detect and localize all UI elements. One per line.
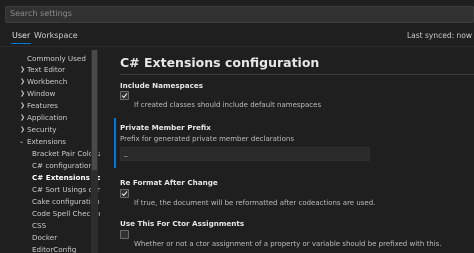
chevron-right-icon[interactable]: ❯ <box>20 78 25 85</box>
toc-item-features[interactable]: Features <box>27 101 58 110</box>
setting-description: Whether or not a ctor assignment of a pr… <box>134 240 442 248</box>
chevron-right-icon[interactable]: ❯ <box>20 90 25 97</box>
chevron-right-icon[interactable]: ❯ <box>20 114 25 121</box>
toc-item-docker[interactable]: Docker <box>32 233 57 242</box>
setting-name: Include Namespaces <box>120 81 204 90</box>
settings-toc: Commonly Used ❯ Text Editor ❯ Workbench … <box>0 50 100 253</box>
private-member-prefix-input[interactable]: _ <box>120 147 370 161</box>
chevron-down-icon[interactable]: ⌄ <box>19 138 24 145</box>
sync-status: Last synced: now <box>407 31 472 40</box>
toc-scrollbar-thumb[interactable] <box>92 50 97 170</box>
toc-item-bracket-pair[interactable]: Bracket Pair Coloriz... <box>32 149 100 158</box>
setting-description: Prefix for generated private member decl… <box>120 135 294 143</box>
search-input[interactable]: Search settings <box>5 6 474 23</box>
setting-description: If created classes should include defaul… <box>134 101 322 109</box>
setting-desc-wrap: Whether or not a ctor assignment of a pr… <box>134 231 464 250</box>
use-this-ctor-checkbox[interactable] <box>120 230 129 239</box>
setting-name: Re Format After Change <box>120 178 218 187</box>
reformat-after-change-checkbox[interactable] <box>120 189 129 198</box>
setting-desc-wrap: If created classes should include defaul… <box>134 92 464 111</box>
setting-description: If true, the document will be reformatte… <box>134 199 376 207</box>
toc-item-security[interactable]: Security <box>27 125 57 134</box>
check-icon <box>121 93 128 99</box>
setting-include-namespaces: Include Namespaces <box>120 81 474 90</box>
settings-tabs: User Workspace Last synced: now <box>0 26 474 46</box>
setting-desc-wrap: If true, the document will be reformatte… <box>134 190 464 209</box>
toc-item-workbench[interactable]: Workbench <box>27 77 67 86</box>
setting-private-member-prefix: Private Member Prefix Prefix for generat… <box>120 123 474 143</box>
toc-scrollbar[interactable] <box>91 50 98 253</box>
title-divider <box>120 74 474 75</box>
include-namespaces-checkbox[interactable] <box>120 91 129 100</box>
page-title: C# Extensions configuration <box>120 55 320 70</box>
setting-reformat-after-change: Re Format After Change <box>120 178 474 187</box>
search-placeholder: Search settings <box>10 9 72 18</box>
tab-divider <box>0 46 474 47</box>
input-value: _ <box>124 149 128 157</box>
chevron-right-icon[interactable]: ❯ <box>20 102 25 109</box>
toc-item-csharp-configuration[interactable]: C# configuration <box>32 161 93 170</box>
setting-name: Use This For Ctor Assignments <box>120 219 245 228</box>
toc-item-csharp-sort-usings[interactable]: C# Sort Usings con... <box>32 185 100 194</box>
toc-item-css[interactable]: CSS <box>32 221 46 230</box>
toc-item-code-spell-checker[interactable]: Code Spell Checker <box>32 209 100 218</box>
toc-item-csharp-extensions[interactable]: C# Extensions con... <box>32 173 100 182</box>
toc-item-text-editor[interactable]: Text Editor <box>27 65 65 74</box>
chevron-right-icon[interactable]: ❯ <box>20 66 25 73</box>
settings-content: C# Extensions configuration Include Name… <box>106 50 474 253</box>
toc-item-commonly-used[interactable]: Commonly Used <box>27 54 86 63</box>
chevron-right-icon[interactable]: ❯ <box>20 126 25 133</box>
setting-focus-indicator <box>114 118 116 168</box>
tab-user[interactable]: User <box>10 31 32 44</box>
toc-item-cake[interactable]: Cake configuration <box>32 197 100 206</box>
toc-item-application[interactable]: Application <box>27 113 67 122</box>
toc-item-window[interactable]: Window <box>27 89 55 98</box>
check-icon <box>121 191 128 197</box>
setting-use-this-ctor: Use This For Ctor Assignments <box>120 219 474 228</box>
tab-workspace[interactable]: Workspace <box>34 31 78 40</box>
toc-item-editorconfig[interactable]: EditorConfig <box>32 245 76 253</box>
setting-name: Private Member Prefix <box>120 123 211 132</box>
toc-item-extensions[interactable]: Extensions <box>27 137 66 146</box>
